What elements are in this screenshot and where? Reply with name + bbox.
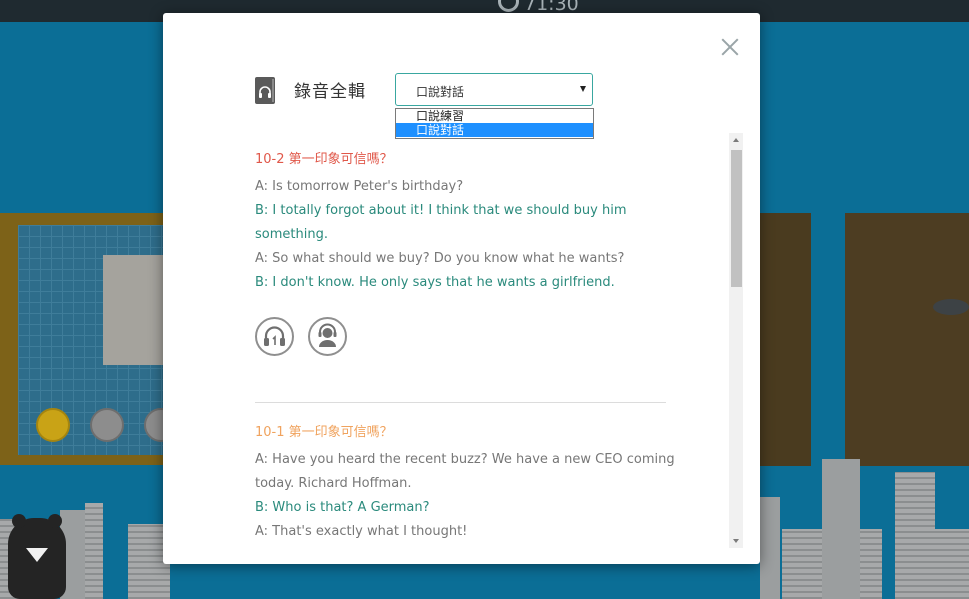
lesson-panel-right: [760, 213, 811, 466]
scrollbar-thumb[interactable]: [731, 150, 742, 287]
paw-coin-icon: [36, 408, 70, 442]
recording-type-select[interactable]: 口說對話: [395, 73, 593, 106]
headset-person-icon: [318, 323, 337, 347]
dialogue-line: B: I don't know. He only says that he wa…: [255, 275, 615, 290]
dialogue-line: today. Richard Hoffman.: [255, 476, 412, 491]
scrollbar[interactable]: [729, 133, 743, 548]
bear-mascot: [8, 514, 66, 599]
section-title: 10-2 第一印象可信嗎？: [255, 152, 393, 167]
dialogue-line: A: Is tomorrow Peter's birthday?: [255, 179, 464, 194]
dialogue-line: A: Have you heard the recent buzz? We ha…: [255, 452, 675, 467]
section-divider: [255, 402, 666, 403]
scroll-up-arrow-icon[interactable]: [729, 133, 743, 147]
headphones-icon: [264, 326, 285, 346]
select-value: 口說對話: [416, 85, 465, 99]
section-title: 10-1 第一印象可信嗎？: [255, 425, 393, 440]
audio-book-icon: [255, 77, 275, 104]
modal-title: 錄音全輯: [294, 82, 366, 102]
dialogue-line: B: I totally forgot about it! I think th…: [255, 203, 627, 218]
chevron-down-icon: [580, 86, 586, 92]
dropdown-option-practice[interactable]: 口說練習: [396, 109, 593, 123]
dialogue-line: B: Who is that? A German?: [255, 500, 430, 515]
eye-icon: [933, 299, 969, 315]
clock-icon: [498, 0, 519, 12]
scroll-down-arrow-icon[interactable]: [729, 534, 743, 548]
lesson-panel-right-2: [845, 213, 969, 466]
close-icon[interactable]: [720, 37, 740, 57]
dialogue-line: something.: [255, 227, 328, 242]
recordings-list: 10-2 第一印象可信嗎？ A: Is tomorrow Peter's bir…: [255, 133, 727, 553]
paw-coin-icon: [90, 408, 124, 442]
dialogue-line: A: So what should we buy? Do you know wh…: [255, 251, 625, 266]
recordings-modal: 錄音全輯 口說對話 口說練習 口說對話 10-2 第一印象可信嗎？ A: Is …: [163, 13, 760, 564]
speak-button[interactable]: [308, 317, 347, 356]
lesson-panel-left: [0, 213, 178, 465]
listen-button[interactable]: [255, 317, 294, 356]
dialogue-line: A: That's exactly what I thought!: [255, 524, 468, 539]
